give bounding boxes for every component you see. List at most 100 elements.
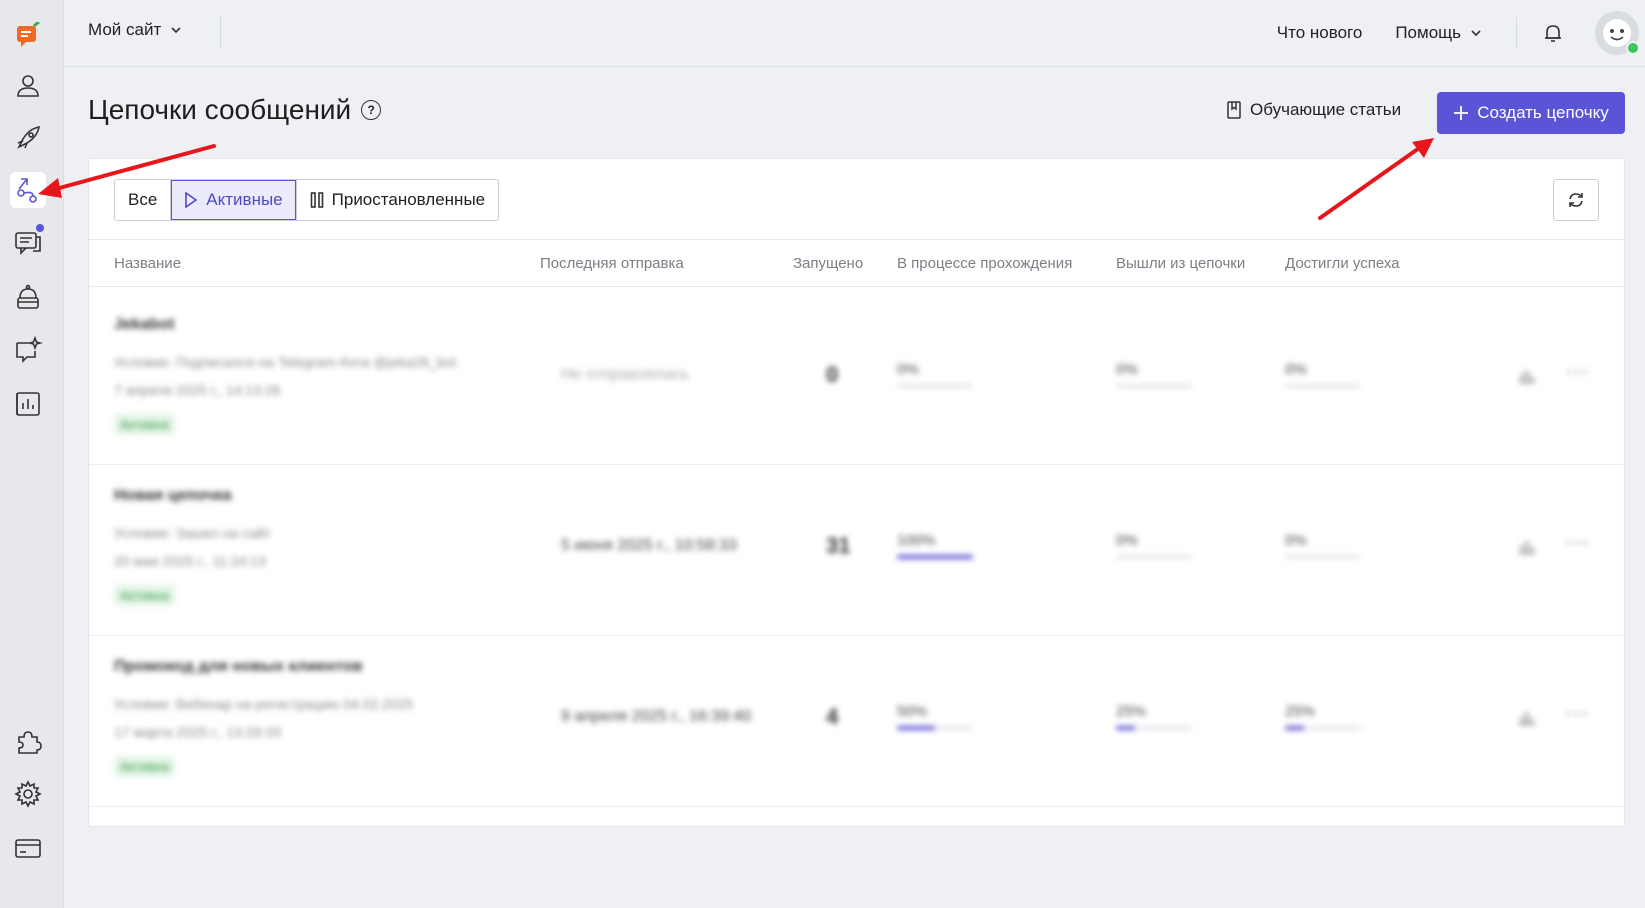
filter-tabs: Все Активные Приостановленные <box>114 179 500 221</box>
table-row[interactable]: Промокод для новых клиентов Условие: Веб… <box>89 628 1624 807</box>
chains-panel: Все Активные Приостановленные Название П… <box>88 158 1625 827</box>
table-row[interactable]: Jekabot Условие: Подписался на Telegram-… <box>89 286 1624 465</box>
column-header[interactable]: Последняя отправка <box>540 255 684 272</box>
integrations-icon[interactable] <box>10 724 46 760</box>
stats-icon[interactable] <box>1517 708 1537 726</box>
tab-all-label: Все <box>128 190 158 209</box>
billing-icon[interactable] <box>10 830 46 866</box>
chain-created: 20 мая 2025 г., 11:24:13 <box>114 553 266 569</box>
sidebar <box>0 0 64 908</box>
in-progress-stat: 50% <box>897 703 973 730</box>
exited-value: 25% <box>1116 703 1147 720</box>
more-icon[interactable]: ··· <box>1565 358 1590 384</box>
avatar[interactable] <box>1595 11 1640 55</box>
top-bar: Мой сайт Что нового Помощь <box>64 0 1645 67</box>
settings-icon[interactable] <box>10 776 46 812</box>
help-label: Помощь <box>1395 23 1461 42</box>
status-badge: Активна <box>114 414 176 435</box>
articles-label: Обучающие статьи <box>1250 100 1402 119</box>
create-chain-button[interactable]: Создать цепочку <box>1437 92 1625 134</box>
chain-name[interactable]: Новая цепочка <box>114 487 232 505</box>
logo-icon[interactable] <box>10 16 46 52</box>
articles-link[interactable]: Обучающие статьи <box>1226 100 1401 120</box>
more-icon[interactable]: ··· <box>1565 700 1590 726</box>
column-header[interactable]: Название <box>114 255 181 272</box>
success-value: 25% <box>1285 703 1316 720</box>
column-header[interactable]: Вышли из цепочки <box>1116 255 1245 272</box>
plus-icon <box>1454 106 1469 120</box>
exited-stat: 0% <box>1116 532 1192 559</box>
divider <box>1516 17 1517 49</box>
book-icon <box>1227 101 1241 119</box>
ai-icon[interactable] <box>10 332 46 368</box>
site-select[interactable]: Мой сайт <box>88 20 183 40</box>
chevron-down-icon <box>171 27 181 34</box>
chain-condition: Условие: Вебинар на регистрацию 04.02.20… <box>114 696 414 712</box>
pause-icon <box>310 192 323 208</box>
page-title: Цепочки сообщений ? <box>88 94 382 126</box>
column-header[interactable]: В процессе прохождения <box>897 255 1072 272</box>
chain-name[interactable]: Промокод для новых клиентов <box>114 658 363 676</box>
more-icon[interactable]: ··· <box>1565 529 1590 555</box>
tab-paused-label: Приостановленные <box>331 190 486 209</box>
success-stat: 0% <box>1285 532 1361 559</box>
exited-value: 0% <box>1116 532 1138 549</box>
stats-icon[interactable] <box>1517 366 1537 384</box>
whats-new-label: Что нового <box>1276 23 1363 42</box>
play-icon <box>185 192 198 208</box>
success-stat: 25% <box>1285 703 1361 730</box>
last-sent: 9 апреля 2025 г., 16:39:40 <box>561 708 752 725</box>
tab-active[interactable]: Активные <box>170 180 296 220</box>
chains-icon[interactable] <box>10 172 46 208</box>
in-progress-stat: 0% <box>897 361 973 388</box>
chat-icon[interactable] <box>10 224 46 260</box>
bell-icon[interactable] <box>1541 21 1565 45</box>
table-header: Название Последняя отправка Запущено В п… <box>89 239 1624 287</box>
in-progress-stat: 100% <box>897 532 973 559</box>
site-select-label: Мой сайт <box>88 20 162 39</box>
tab-active-label: Активные <box>206 190 283 209</box>
in-progress-value: 0% <box>897 361 919 378</box>
exited-stat: 25% <box>1116 703 1192 730</box>
status-badge: Активна <box>114 585 176 606</box>
tab-all[interactable]: Все <box>115 180 171 220</box>
tab-paused[interactable]: Приостановленные <box>295 180 499 220</box>
success-value: 0% <box>1285 532 1307 549</box>
success-stat: 0% <box>1285 361 1361 388</box>
chain-created: 7 апреля 2025 г., 14:13:26 <box>114 382 281 398</box>
refresh-button[interactable] <box>1553 179 1599 221</box>
contacts-icon[interactable] <box>10 68 46 104</box>
help-menu[interactable]: Помощь <box>1395 23 1483 43</box>
column-header[interactable]: Запущено <box>793 255 863 272</box>
in-progress-value: 100% <box>897 532 936 549</box>
divider <box>220 16 221 48</box>
chain-condition: Условие: Подписался на Telegram-бота @je… <box>114 354 457 370</box>
refresh-icon <box>1569 193 1583 207</box>
last-sent: Не отправлялась <box>561 366 689 383</box>
bot-icon[interactable] <box>10 280 46 316</box>
table-row[interactable]: Новая цепочка Условие: Зашел на сайт 20 … <box>89 457 1624 636</box>
launched-count: 31 <box>826 533 851 558</box>
chain-condition: Условие: Зашел на сайт <box>114 525 272 541</box>
column-header[interactable]: Достигли успеха <box>1285 255 1400 272</box>
launched-count: 4 <box>826 704 839 729</box>
whats-new-link[interactable]: Что нового <box>1277 23 1363 43</box>
stats-icon[interactable] <box>1517 537 1537 555</box>
exited-stat: 0% <box>1116 361 1192 388</box>
chevron-down-icon <box>1471 30 1481 37</box>
chain-name[interactable]: Jekabot <box>114 316 174 334</box>
page-title-text: Цепочки сообщений <box>88 94 352 125</box>
launched-count: 0 <box>826 362 839 387</box>
reports-icon[interactable] <box>10 386 46 422</box>
campaigns-icon[interactable] <box>10 120 46 156</box>
last-sent: 5 июня 2025 г., 10:58:33 <box>561 537 737 554</box>
in-progress-value: 50% <box>897 703 928 720</box>
help-icon[interactable]: ? <box>361 100 382 120</box>
success-value: 0% <box>1285 361 1307 378</box>
create-chain-label: Создать цепочку <box>1477 103 1609 122</box>
chain-created: 17 марта 2025 г., 13:29:33 <box>114 724 281 740</box>
online-indicator <box>1626 41 1640 55</box>
status-badge: Активна <box>114 756 176 777</box>
unread-badge <box>36 224 44 232</box>
exited-value: 0% <box>1116 361 1138 378</box>
